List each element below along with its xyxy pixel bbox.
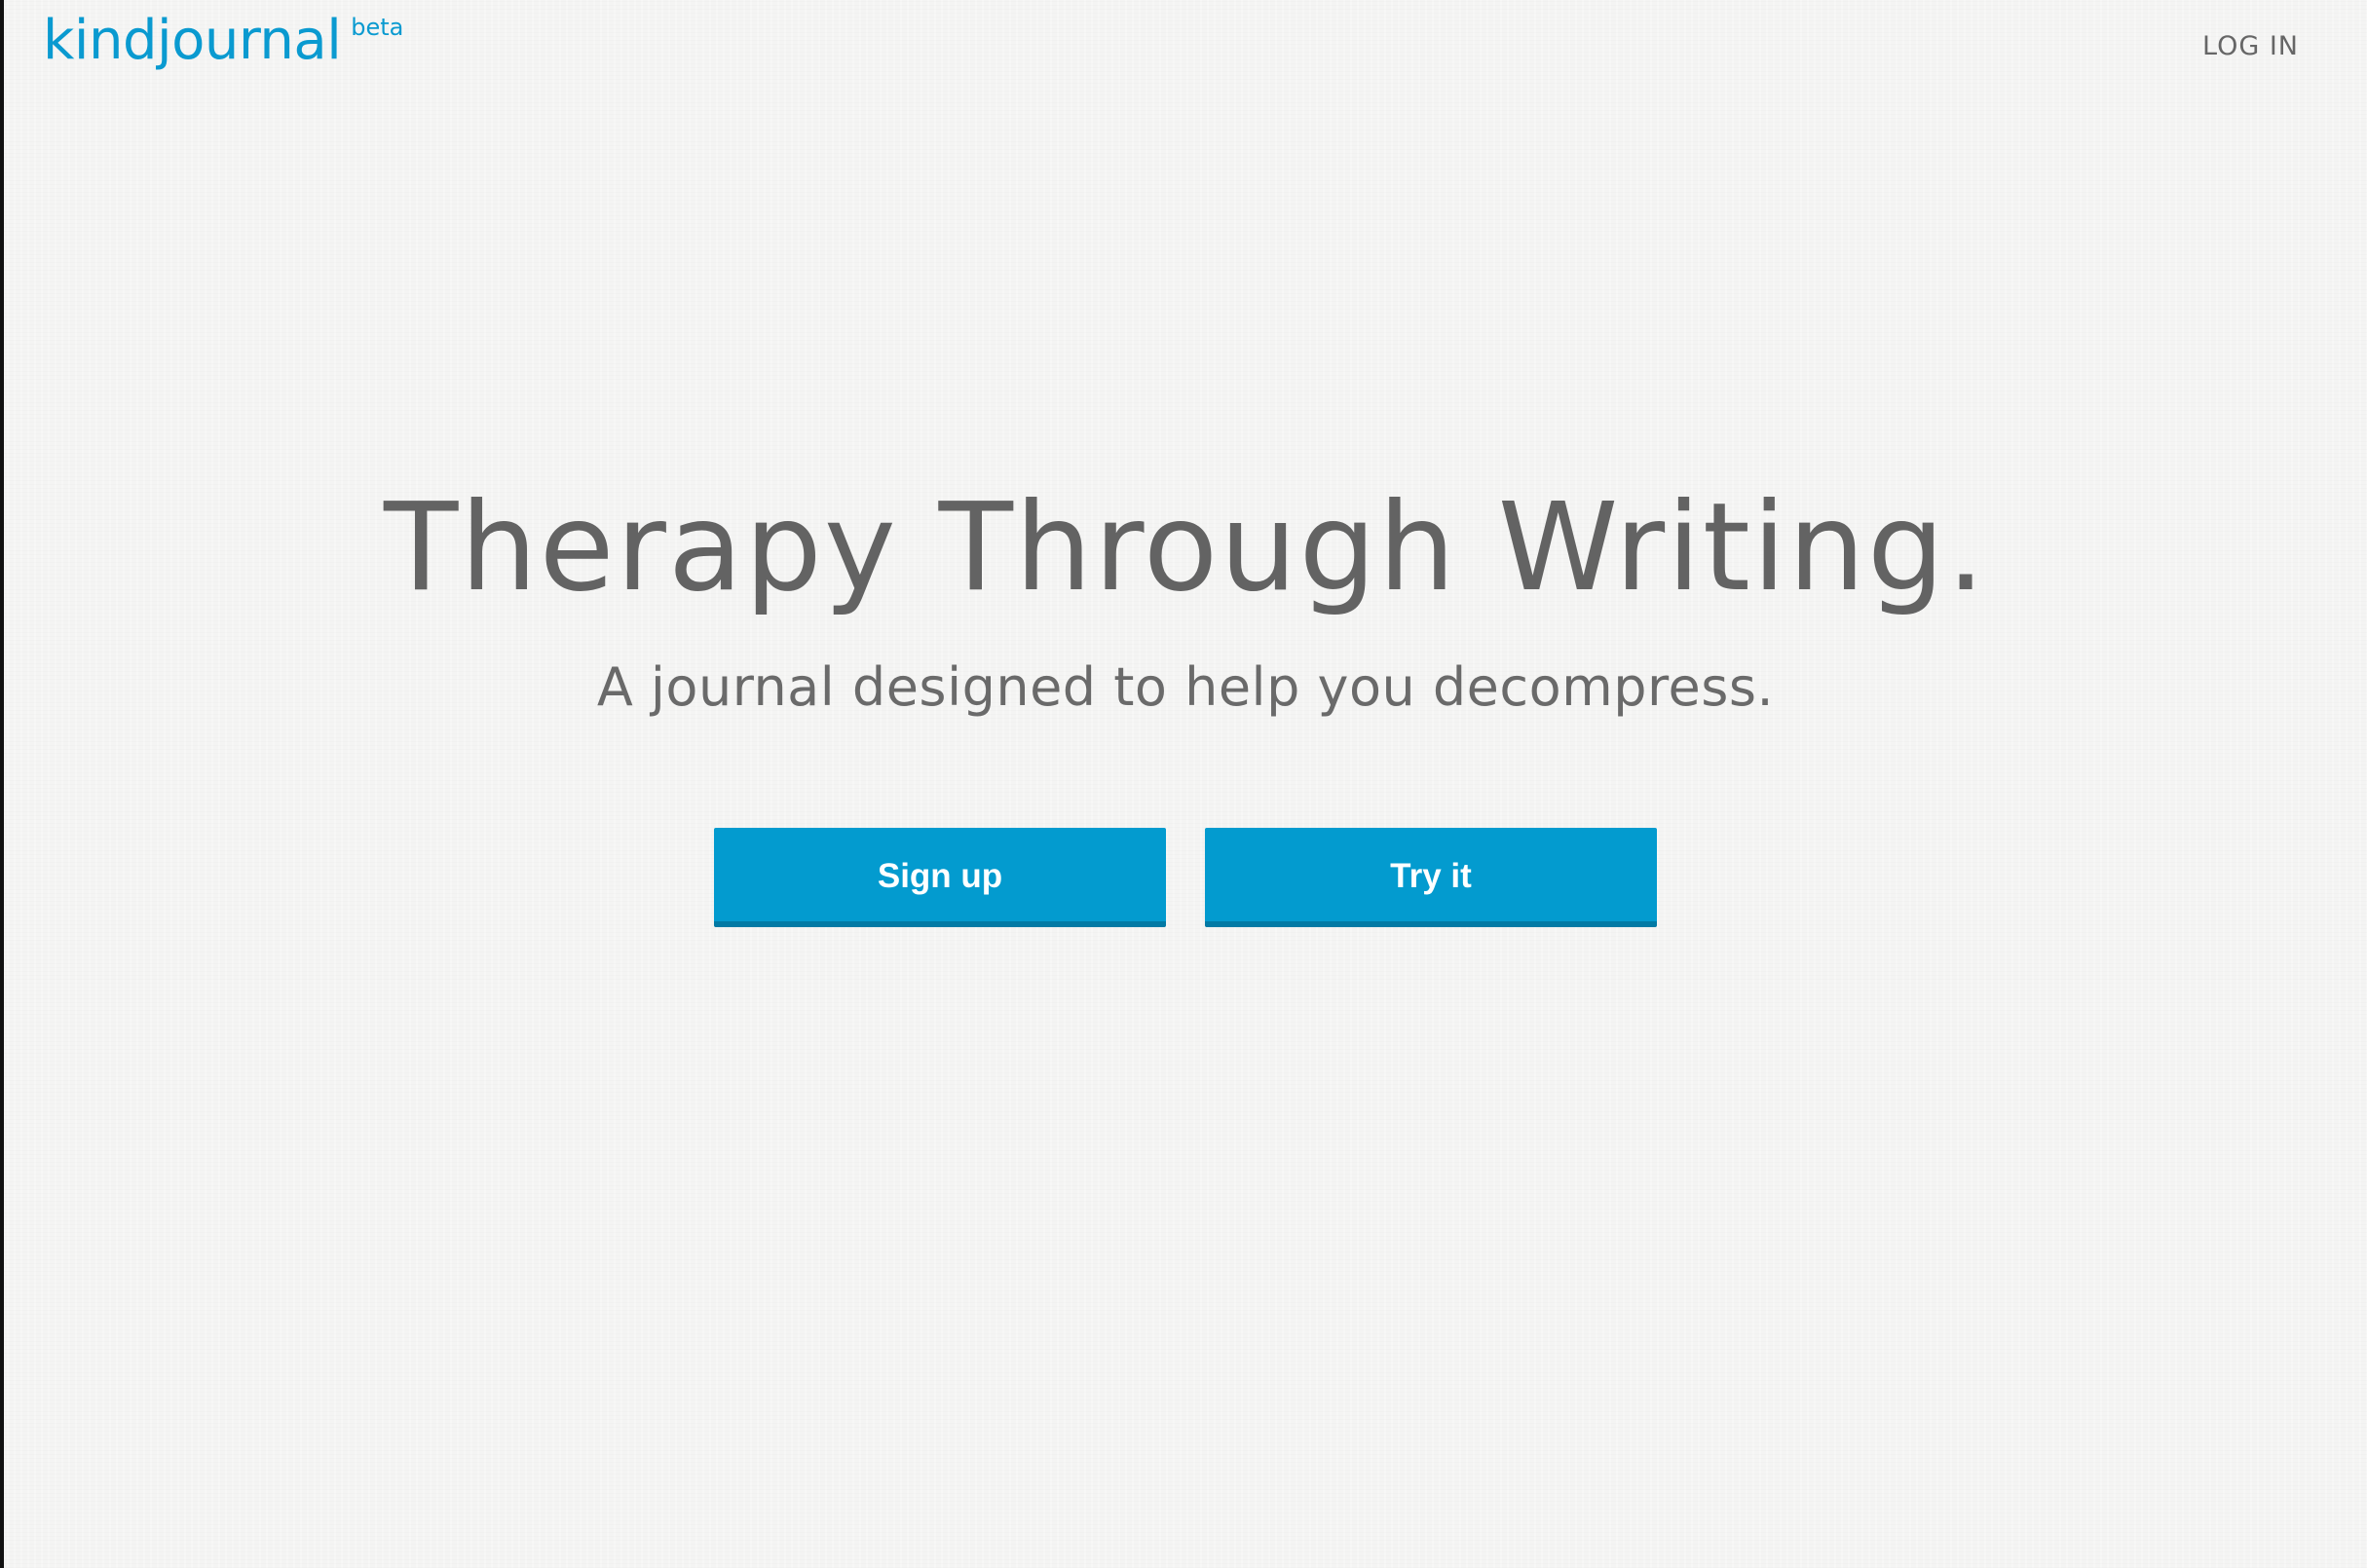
site-logo[interactable]: kindjournal beta [43,14,403,68]
login-link[interactable]: LOG IN [2202,33,2299,59]
window-left-edge [0,0,4,1568]
page-subtitle: A journal designed to help you decompres… [596,656,1775,718]
logo-wordmark: kindjournal [43,9,342,72]
hero-text: Therapy Through Writing. A journal desig… [4,487,2367,714]
page-title: Therapy Through Writing. [384,477,1987,618]
cta-buttons: Sign up Try it [0,828,2367,927]
beta-badge: beta [351,14,404,41]
try-it-button[interactable]: Try it [1205,828,1657,927]
signup-button[interactable]: Sign up [714,828,1166,927]
